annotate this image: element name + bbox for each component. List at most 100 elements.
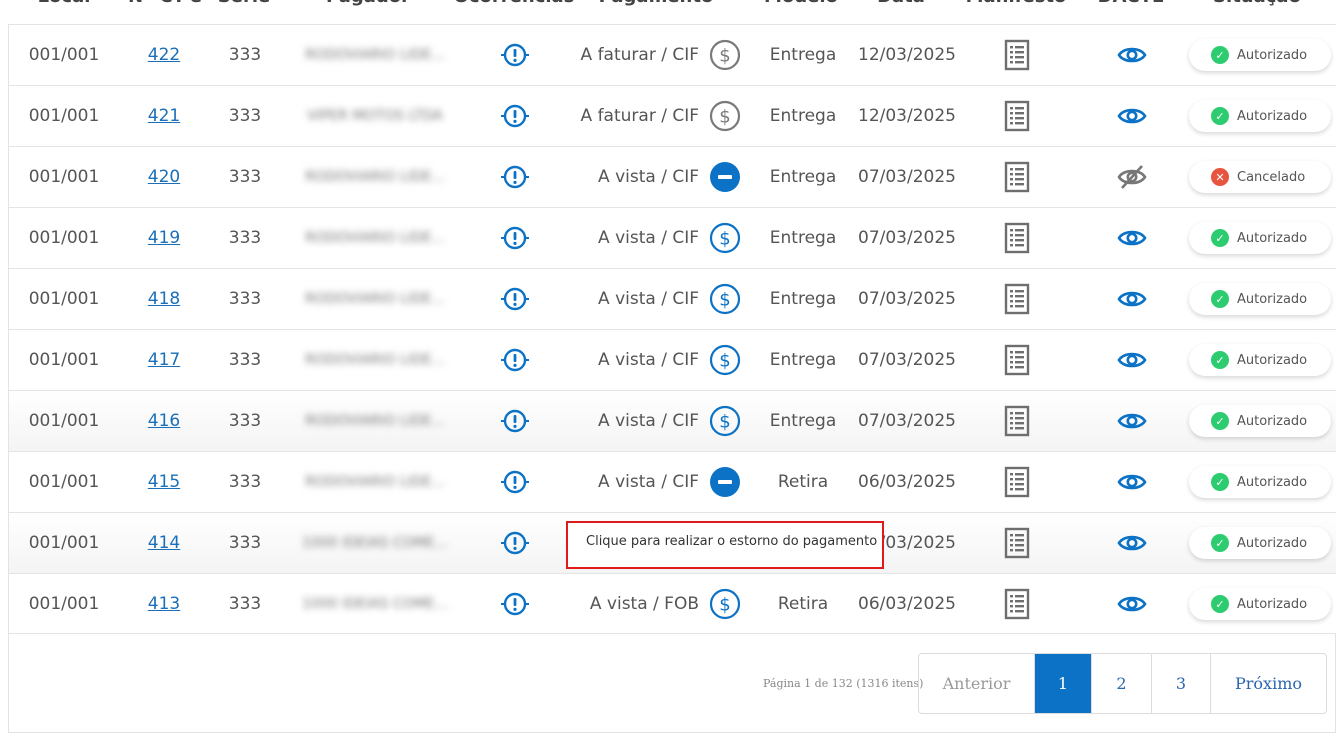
dollar-icon[interactable]: $: [703, 269, 747, 329]
check-icon: ✓: [1211, 351, 1229, 369]
check-icon: ✓: [1211, 595, 1229, 613]
model-cell: Entrega: [769, 106, 837, 126]
serie-cell: 333: [228, 45, 262, 65]
manifest-icon[interactable]: [979, 208, 1055, 268]
model-cell: Entrega: [769, 411, 837, 431]
column-header: Ocorrências: [454, 0, 575, 7]
status-label: Autorizado: [1237, 535, 1308, 551]
payment-type-cell: A vista / FOB: [589, 594, 699, 614]
model-cell: Retira: [777, 472, 829, 492]
manifest-icon[interactable]: [979, 269, 1055, 329]
local-cell: 001/001: [28, 228, 100, 248]
cte-number-link[interactable]: 415: [148, 472, 180, 492]
cte-number-link[interactable]: 417: [148, 350, 180, 370]
eye-icon[interactable]: [1093, 86, 1171, 146]
eye-icon[interactable]: [1093, 330, 1171, 390]
local-cell: 001/001: [28, 350, 100, 370]
occurrence-icon[interactable]: [475, 574, 555, 634]
cte-number-link[interactable]: 418: [148, 289, 180, 309]
occurrence-icon[interactable]: [475, 208, 555, 268]
payer-name-blurred: RODOVIARIO LIDE...: [305, 413, 445, 429]
page-button-3[interactable]: 3: [1151, 654, 1210, 713]
occurrence-icon[interactable]: [475, 330, 555, 390]
table-row: 001/001 418 333 RODOVIARIO LIDE... A vista /…: [9, 269, 1336, 330]
dollar-icon[interactable]: $: [703, 208, 747, 268]
payment-type-cell: A vista / CIF: [598, 167, 699, 187]
dollar-icon[interactable]: $: [703, 25, 747, 85]
column-header: DACTE: [1098, 0, 1165, 7]
status-badge[interactable]: ✓ Autorizado: [1189, 100, 1331, 132]
payment-reversal-icon[interactable]: [703, 452, 747, 512]
status-label: Autorizado: [1237, 291, 1308, 307]
status-badge[interactable]: ✓ Autorizado: [1189, 588, 1331, 620]
dollar-icon[interactable]: $: [703, 574, 747, 634]
date-cell: 06/03/2025: [858, 472, 956, 492]
serie-cell: 333: [228, 167, 262, 187]
date-cell: 06/03/2025: [858, 594, 956, 614]
status-badge[interactable]: ✓ Autorizado: [1189, 527, 1331, 559]
occurrence-icon[interactable]: [475, 86, 555, 146]
manifest-icon[interactable]: [979, 330, 1055, 390]
status-badge[interactable]: ✓ Autorizado: [1189, 222, 1331, 254]
eye-icon[interactable]: [1093, 452, 1171, 512]
occurrence-icon[interactable]: [475, 147, 555, 207]
serie-cell: 333: [228, 350, 262, 370]
cte-number-link[interactable]: 420: [148, 167, 180, 187]
status-label: Autorizado: [1237, 230, 1308, 246]
eye-icon[interactable]: [1093, 269, 1171, 329]
manifest-icon[interactable]: [979, 574, 1055, 634]
status-badge[interactable]: ✓ Autorizado: [1189, 283, 1331, 315]
manifest-icon[interactable]: [979, 513, 1055, 573]
date-cell: 07/03/2025: [858, 289, 956, 309]
serie-cell: 333: [228, 228, 262, 248]
status-badge[interactable]: ✓ Autorizado: [1189, 344, 1331, 376]
dollar-icon[interactable]: $: [703, 391, 747, 451]
eye-icon[interactable]: [1093, 513, 1171, 573]
status-badge[interactable]: ✓ Autorizado: [1189, 39, 1331, 71]
eye-off-icon[interactable]: [1093, 147, 1171, 207]
table-row: 001/001 416 333 RODOVIARIO LIDE... A vista /…: [9, 391, 1336, 452]
dollar-icon[interactable]: $: [703, 86, 747, 146]
page-button-2[interactable]: 2: [1091, 654, 1151, 713]
cte-number-link[interactable]: 413: [148, 594, 180, 614]
manifest-icon[interactable]: [979, 86, 1055, 146]
local-cell: 001/001: [28, 106, 100, 126]
prev-page-button[interactable]: Anterior: [919, 654, 1034, 713]
cte-number-link[interactable]: 419: [148, 228, 180, 248]
payer-name-blurred: VIPER MOTOS LTDA: [307, 108, 443, 124]
cte-number-link[interactable]: 422: [148, 45, 180, 65]
table-footer: Página 1 de 132 (1316 itens) Anterior 1 …: [8, 633, 1336, 733]
manifest-icon[interactable]: [979, 391, 1055, 451]
manifest-icon[interactable]: [979, 25, 1055, 85]
next-page-button[interactable]: Próximo: [1210, 654, 1326, 713]
manifest-icon[interactable]: [979, 147, 1055, 207]
cte-number-link[interactable]: 421: [148, 106, 180, 126]
page-button-1[interactable]: 1: [1034, 654, 1091, 713]
payer-name-blurred: RODOVIARIO LIDE...: [305, 474, 445, 490]
pagination: Anterior 1 2 3 Próximo: [918, 653, 1327, 714]
check-icon: ✓: [1211, 107, 1229, 125]
cte-number-link[interactable]: 414: [148, 533, 180, 553]
payment-reversal-icon[interactable]: [703, 147, 747, 207]
manifest-icon[interactable]: [979, 452, 1055, 512]
occurrence-icon[interactable]: [475, 513, 555, 573]
occurrence-icon[interactable]: [475, 269, 555, 329]
eye-icon[interactable]: [1093, 574, 1171, 634]
check-icon: ✓: [1211, 473, 1229, 491]
dollar-icon[interactable]: $: [703, 330, 747, 390]
local-cell: 001/001: [28, 411, 100, 431]
occurrence-icon[interactable]: [475, 452, 555, 512]
status-badge[interactable]: ✓ Autorizado: [1189, 466, 1331, 498]
occurrence-icon[interactable]: [475, 391, 555, 451]
eye-icon[interactable]: [1093, 208, 1171, 268]
eye-icon[interactable]: [1093, 391, 1171, 451]
eye-icon[interactable]: [1093, 25, 1171, 85]
model-cell: Retira: [777, 594, 829, 614]
status-badge[interactable]: ✓ Autorizado: [1189, 405, 1331, 437]
status-badge[interactable]: ✕ Cancelado: [1189, 161, 1331, 193]
svg-text:$: $: [719, 351, 730, 372]
cte-number-link[interactable]: 416: [148, 411, 180, 431]
svg-text:$: $: [719, 412, 730, 433]
occurrence-icon[interactable]: [475, 25, 555, 85]
payer-name-blurred: RODOVIARIO LIDE...: [305, 169, 445, 185]
